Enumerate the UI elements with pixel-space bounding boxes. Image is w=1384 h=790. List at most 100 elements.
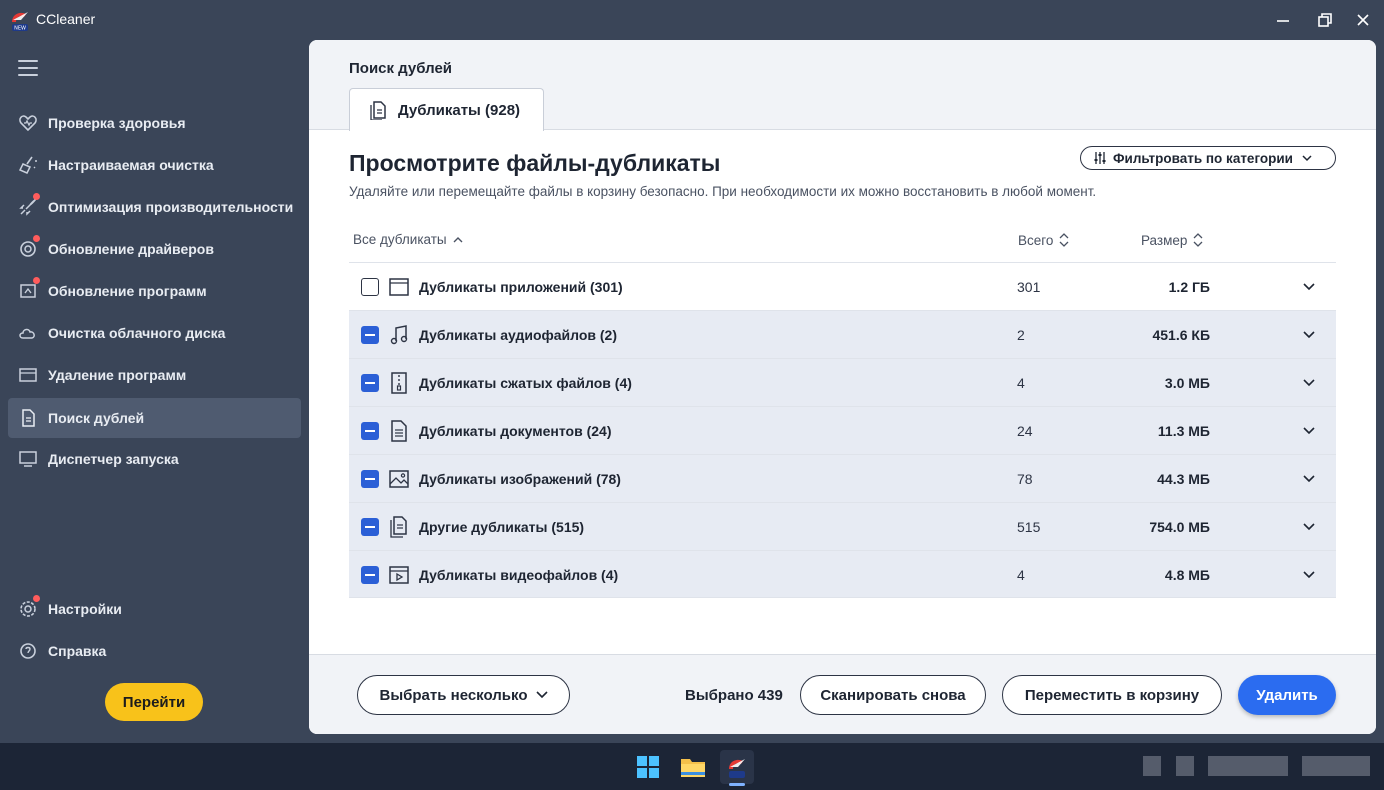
- row-label: Дубликаты сжатых файлов (4): [419, 375, 632, 391]
- notification-dot: [33, 277, 40, 284]
- column-header-name[interactable]: Все дубликаты: [353, 232, 464, 247]
- minimize-icon: [1277, 20, 1289, 22]
- chevron-down-icon[interactable]: [1302, 569, 1316, 581]
- chevron-down-icon[interactable]: [1302, 377, 1316, 389]
- table-row[interactable]: Дубликаты приложений (301) 301 1.2 ГБ: [349, 262, 1336, 310]
- sidebar-item-uninstall[interactable]: Удаление программ: [8, 355, 301, 395]
- close-button[interactable]: [1340, 6, 1384, 34]
- row-checkbox[interactable]: [361, 374, 379, 392]
- row-checkbox[interactable]: [361, 470, 379, 488]
- tray-icon-blurred: [1143, 756, 1161, 776]
- zip-file-icon: [391, 372, 407, 394]
- sidebar-item-label: Удаление программ: [48, 367, 187, 383]
- minimize-button[interactable]: [1260, 6, 1306, 34]
- sidebar-item-help[interactable]: Справка: [8, 631, 301, 671]
- row-total: 4: [1017, 567, 1025, 583]
- row-total: 78: [1017, 471, 1033, 487]
- monitor-icon: [19, 451, 37, 467]
- sidebar-item-performance[interactable]: Оптимизация производительности: [8, 187, 301, 227]
- chevron-down-icon: [1302, 155, 1312, 162]
- broom-icon: [18, 156, 37, 174]
- sidebar-item-driver-update[interactable]: Обновление драйверов: [8, 229, 301, 269]
- column-header-size[interactable]: Размер: [1141, 232, 1204, 248]
- tab-duplicates[interactable]: Дубликаты (928): [349, 88, 544, 131]
- selected-count: Выбрано 439: [685, 687, 783, 704]
- row-size: 11.3 МБ: [1157, 423, 1210, 439]
- sidebar-item-label: Оптимизация производительности: [48, 199, 294, 215]
- go-button[interactable]: Перейти: [105, 683, 203, 721]
- chevron-down-icon[interactable]: [1302, 329, 1316, 341]
- move-to-trash-button[interactable]: Переместить в корзину: [1002, 675, 1222, 715]
- chevron-down-icon[interactable]: [1302, 425, 1316, 437]
- hamburger-menu-icon[interactable]: [18, 60, 38, 76]
- tray-icon-blurred: [1208, 756, 1288, 776]
- close-icon: [1357, 14, 1369, 26]
- sidebar-item-label: Проверка здоровья: [48, 115, 186, 131]
- duplicate-file-icon: [22, 409, 35, 427]
- column-total-label: Всего: [1018, 232, 1054, 248]
- page-title: Просмотрите файлы-дубликаты: [349, 150, 721, 176]
- row-checkbox[interactable]: [361, 278, 379, 296]
- active-app-indicator: [729, 783, 745, 786]
- image-icon: [389, 470, 409, 488]
- chevron-down-icon: [535, 691, 548, 699]
- row-checkbox[interactable]: [361, 566, 379, 584]
- windows-start-icon[interactable]: [631, 750, 665, 784]
- sidebar-item-software-update[interactable]: Обновление программ: [8, 271, 301, 311]
- ccleaner-logo-icon: NEW: [8, 8, 32, 32]
- row-checkbox[interactable]: [361, 326, 379, 344]
- sidebar-item-cloud-clean[interactable]: Очистка облачного диска: [8, 313, 301, 353]
- notification-dot: [33, 235, 40, 242]
- select-multiple-label: Выбрать несколько: [379, 686, 528, 704]
- row-total: 4: [1017, 375, 1025, 391]
- row-checkbox[interactable]: [361, 422, 379, 440]
- sidebar-item-custom-clean[interactable]: Настраиваемая очистка: [8, 145, 301, 185]
- column-header-total[interactable]: Всего: [1018, 232, 1070, 248]
- table-row[interactable]: Дубликаты аудиофайлов (2) 2 451.6 КБ: [349, 310, 1336, 358]
- gear-icon: [20, 601, 36, 617]
- delete-button[interactable]: Удалить: [1238, 675, 1336, 715]
- logo-badge-text: NEW: [14, 26, 26, 32]
- table-row[interactable]: Дубликаты изображений (78) 78 44.3 МБ: [349, 454, 1336, 502]
- tab-label: Дубликаты (928): [398, 102, 521, 119]
- column-size-label: Размер: [1141, 232, 1188, 248]
- app-title: CCleaner: [36, 11, 96, 27]
- sort-ascending-icon: [453, 236, 463, 242]
- sidebar-item-startup-manager[interactable]: Диспетчер запуска: [8, 439, 301, 479]
- sidebar-item-settings[interactable]: Настройки: [8, 589, 301, 629]
- row-label: Дубликаты изображений (78): [419, 471, 621, 487]
- heart-icon: [19, 115, 37, 132]
- restore-icon: [1318, 13, 1332, 27]
- sidebar-item-label: Поиск дублей: [48, 410, 145, 426]
- panel-header: Поиск дублей Дубликаты (928): [309, 40, 1376, 131]
- clock-blurred: [1302, 756, 1370, 776]
- duplicates-table: Дубликаты приложений (301) 301 1.2 ГБ Ду…: [349, 262, 1336, 598]
- table-row[interactable]: Другие дубликаты (515) 515 754.0 МБ: [349, 502, 1336, 550]
- file-explorer-icon[interactable]: [676, 750, 710, 784]
- chevron-down-icon[interactable]: [1302, 281, 1316, 293]
- sliders-icon: [1094, 152, 1106, 164]
- chevron-down-icon[interactable]: [1302, 521, 1316, 533]
- chevron-down-icon[interactable]: [1302, 473, 1316, 485]
- filter-by-category-button[interactable]: Фильтровать по категории: [1080, 146, 1336, 170]
- table-row[interactable]: Дубликаты сжатых файлов (4) 4 3.0 МБ: [349, 358, 1336, 406]
- row-size: 1.2 ГБ: [1168, 279, 1210, 295]
- driver-gear-icon: [20, 241, 36, 257]
- sidebar-item-label: Очистка облачного диска: [48, 325, 226, 341]
- sidebar-item-label: Настраиваемая очистка: [48, 157, 214, 173]
- table-row[interactable]: Дубликаты видеофайлов (4) 4 4.8 МБ: [349, 550, 1336, 598]
- page-subtitle: Удаляйте или перемещайте файлы в корзину…: [349, 184, 1097, 199]
- files-icon: [390, 516, 407, 538]
- sidebar-item-health-check[interactable]: Проверка здоровья: [8, 103, 301, 143]
- ccleaner-taskbar-icon[interactable]: [720, 750, 754, 784]
- cloud-icon: [19, 328, 35, 339]
- rescan-button[interactable]: Сканировать снова: [800, 675, 986, 715]
- select-multiple-button[interactable]: Выбрать несколько: [357, 675, 570, 715]
- row-size: 4.8 МБ: [1164, 567, 1210, 583]
- table-row[interactable]: Дубликаты документов (24) 24 11.3 МБ: [349, 406, 1336, 454]
- row-checkbox[interactable]: [361, 518, 379, 536]
- row-size: 3.0 МБ: [1164, 375, 1210, 391]
- sidebar-item-duplicate-finder[interactable]: Поиск дублей: [8, 398, 301, 438]
- row-size: 451.6 КБ: [1152, 327, 1210, 343]
- column-name-label: Все дубликаты: [353, 232, 447, 247]
